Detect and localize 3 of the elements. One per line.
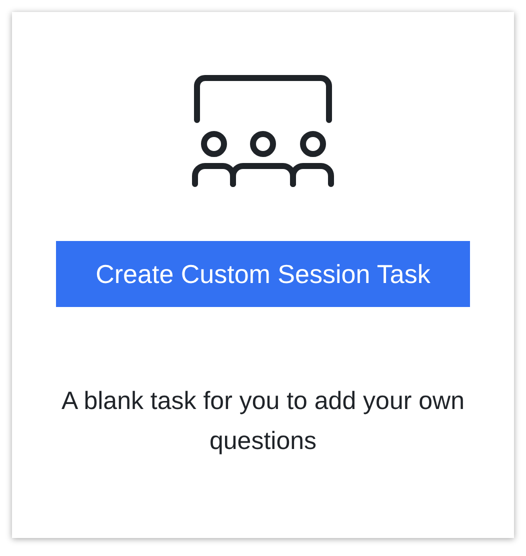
- task-description: A blank task for you to add your own questions: [60, 386, 466, 457]
- create-task-button[interactable]: Create Custom Session Task: [56, 241, 470, 307]
- group-presentation-icon: [191, 72, 335, 190]
